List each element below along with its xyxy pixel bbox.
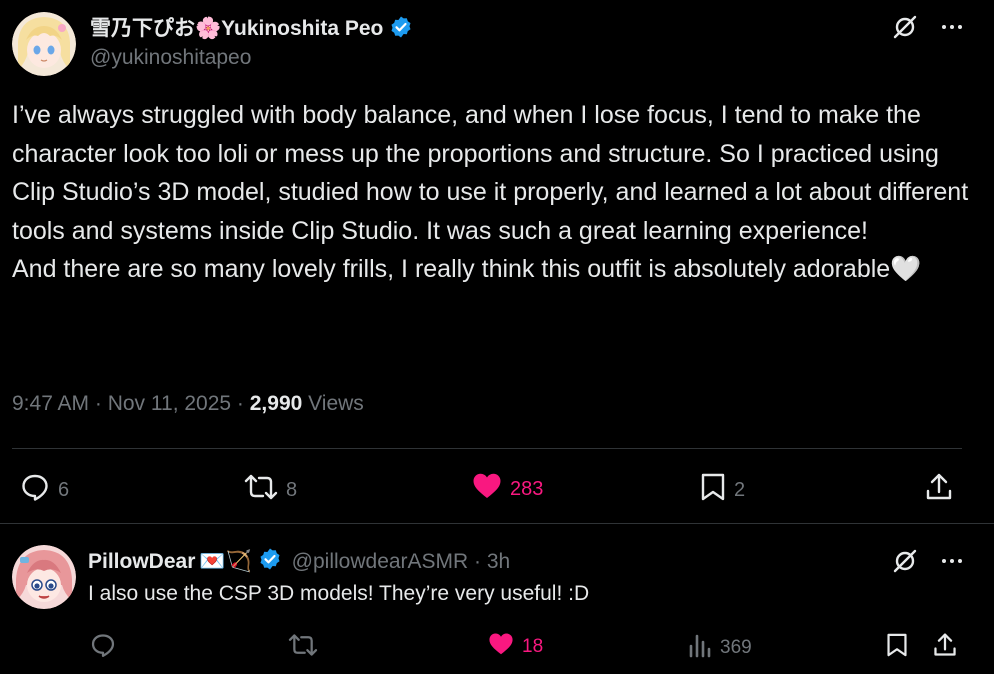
reply-repost-button[interactable] — [288, 632, 318, 664]
heart-icon — [488, 632, 514, 662]
reply-author-line: PillowDear 💌🏹 @pillowdearASMR · 3h — [88, 547, 510, 577]
main-tweet: 雪乃下ぴお🌸Yukinoshita Peo @yukinoshitapeo I’… — [0, 0, 994, 524]
tweet-text: I’ve always struggled with body balance,… — [12, 101, 969, 283]
reply-top-actions — [892, 548, 964, 574]
reply-like-count: 18 — [522, 636, 544, 657]
reply-text: I also use the CSP 3D models! They’re ve… — [88, 582, 590, 605]
bookmark-button[interactable]: 2 — [700, 472, 745, 508]
reply-views-button[interactable]: 369 — [688, 632, 752, 664]
tweet-timestamp[interactable]: 9:47 AM · Nov 11, 2025 · — [12, 392, 250, 415]
reply-like-button[interactable]: 18 — [488, 632, 543, 662]
divider — [0, 523, 994, 524]
reply-button[interactable]: 6 — [20, 472, 69, 508]
author-display-name[interactable]: 雪乃下ぴお🌸Yukinoshita Peo — [90, 12, 413, 45]
bookmark-icon — [886, 632, 908, 664]
reply-reply-button[interactable] — [90, 632, 116, 664]
reply-views-count: 369 — [720, 637, 752, 658]
reply-icon — [20, 472, 50, 508]
views-icon — [688, 632, 712, 664]
author-handle[interactable]: @yukinoshitapeo — [90, 46, 251, 70]
reply-share-button[interactable] — [932, 632, 958, 664]
like-button[interactable]: 283 — [472, 472, 543, 506]
share-icon — [924, 472, 954, 508]
repost-button[interactable]: 8 — [244, 472, 297, 508]
heart-icon — [472, 472, 502, 506]
tweet-top-actions — [892, 14, 964, 40]
more-icon[interactable] — [940, 549, 964, 573]
reply-author-handle[interactable]: @pillowdearASMR · 3h — [292, 550, 511, 574]
bookmark-count: 2 — [734, 478, 746, 501]
verified-badge-icon — [258, 547, 282, 577]
grok-icon[interactable] — [892, 548, 918, 574]
share-button[interactable] — [924, 472, 954, 508]
divider — [12, 448, 962, 449]
reply-author-name[interactable]: PillowDear — [88, 550, 195, 574]
reply-icon — [90, 632, 116, 664]
views-count: 2,990 — [249, 392, 303, 415]
bookmark-icon — [700, 472, 726, 508]
tweet-meta: 9:47 AM · Nov 11, 2025 · 2,990 Views — [12, 392, 364, 416]
repost-count: 8 — [286, 478, 298, 501]
reply-author-emojis: 💌🏹 — [199, 550, 252, 573]
reply-count: 6 — [58, 478, 70, 501]
like-count: 283 — [510, 477, 544, 500]
author-avatar[interactable] — [12, 12, 76, 76]
more-icon[interactable] — [940, 15, 964, 39]
repost-icon — [288, 632, 318, 664]
grok-icon[interactable] — [892, 14, 918, 40]
verified-badge-icon — [389, 15, 413, 45]
author-name-text[interactable]: 雪乃下ぴお🌸Yukinoshita Peo — [90, 17, 383, 40]
reply-author-avatar[interactable] — [12, 545, 76, 609]
repost-icon — [244, 472, 278, 508]
views-label: Views — [302, 392, 364, 415]
share-icon — [932, 632, 958, 664]
reply-bookmark-button[interactable] — [886, 632, 908, 664]
